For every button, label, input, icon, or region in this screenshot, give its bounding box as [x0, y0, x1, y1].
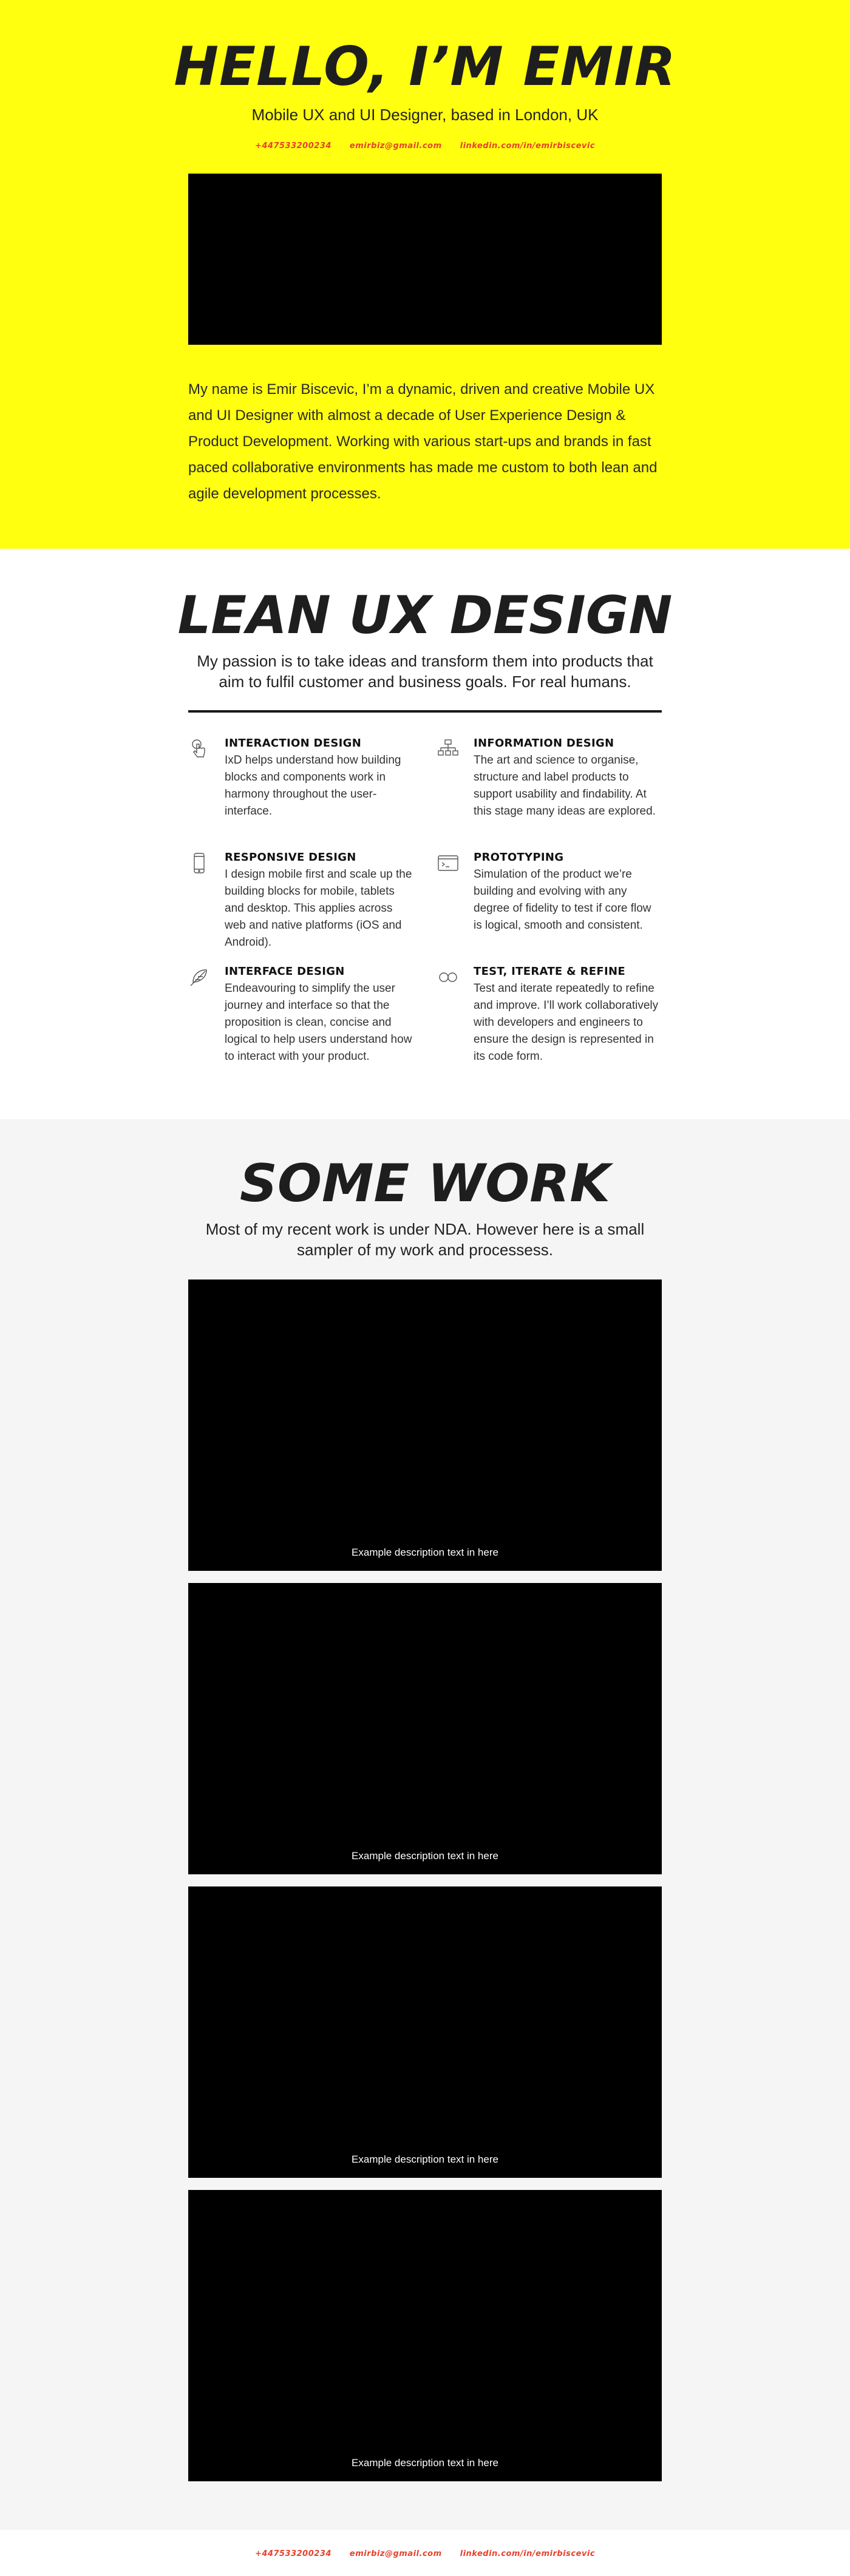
- work-section: SOME WORK Most of my recent work is unde…: [0, 1119, 850, 2530]
- work-caption: Example description text in here: [352, 1547, 498, 1558]
- work-title: SOME WORK: [239, 1153, 611, 1214]
- work-caption: Example description text in here: [352, 1850, 498, 1862]
- linkedin-link[interactable]: linkedin.com/in/emirbiscevic: [460, 141, 595, 151]
- work-list: Example description text in here Example…: [0, 1280, 850, 2481]
- service-title: TEST, ITERATE & REFINE: [474, 965, 625, 978]
- linkedin-link[interactable]: linkedin.com/in/emirbiscevic: [460, 2549, 595, 2558]
- service-title: INTERFACE DESIGN: [225, 965, 345, 978]
- service-text: Test and iterate repeatedly to refine an…: [474, 982, 659, 1063]
- footer-contact-links: +447533200234 emirbiz@gmail.com linkedin…: [0, 2549, 850, 2558]
- hero-subtitle: Mobile UX and UI Designer, based in Lond…: [251, 106, 599, 124]
- work-card[interactable]: Example description text in here: [188, 1583, 662, 1874]
- service-text: IxD helps understand how building blocks…: [225, 754, 401, 818]
- service-text: I design mobile first and scale up the b…: [225, 868, 412, 949]
- lean-ux-intro: My passion is to take ideas and transfor…: [197, 652, 653, 691]
- hero-video[interactable]: [188, 174, 662, 345]
- browser-icon: [437, 851, 463, 876]
- work-caption: Example description text in here: [352, 2154, 498, 2165]
- service-title: PROTOTYPING: [474, 851, 564, 864]
- sitemap-icon: [437, 737, 463, 762]
- lean-ux-section: LEAN UX DESIGN My passion is to take ide…: [0, 549, 850, 1119]
- service-information-design: INFORMATION DESIGN The art and science t…: [437, 737, 662, 851]
- service-text: Simulation of the product we’re building…: [474, 868, 651, 932]
- lean-ux-title: LEAN UX DESIGN: [177, 585, 673, 646]
- email-link[interactable]: emirbiz@gmail.com: [350, 141, 442, 151]
- service-interaction-design: INTERACTION DESIGN IxD helps understand …: [188, 737, 413, 851]
- work-caption: Example description text in here: [352, 2457, 498, 2469]
- mobile-icon: [188, 851, 214, 876]
- work-card[interactable]: Example description text in here: [188, 2190, 662, 2481]
- work-card[interactable]: Example description text in here: [188, 1886, 662, 2178]
- hero-section: HELLO, I’M EMIR Mobile UX and UI Designe…: [0, 0, 850, 549]
- service-text: Endeavouring to simplify the user journe…: [225, 982, 412, 1063]
- touch-icon: [188, 737, 214, 762]
- service-prototyping: PROTOTYPING Simulation of the product we…: [437, 851, 662, 965]
- infinity-icon: [437, 965, 463, 991]
- service-interface-design: INTERFACE DESIGN Endeavouring to simplif…: [188, 965, 413, 1086]
- service-title: RESPONSIVE DESIGN: [225, 851, 356, 864]
- service-text: The art and science to organise, structu…: [474, 754, 656, 818]
- phone-link[interactable]: +447533200234: [255, 2549, 332, 2558]
- work-card[interactable]: Example description text in here: [188, 1280, 662, 1571]
- hero-bio: My name is Emir Biscevic, I’m a dynamic,…: [188, 381, 658, 502]
- hero-title: HELLO, I’M EMIR: [174, 35, 676, 98]
- service-title: INTERACTION DESIGN: [225, 737, 362, 750]
- service-test-iterate-refine: TEST, ITERATE & REFINE Test and iterate …: [437, 965, 662, 1086]
- service-responsive-design: RESPONSIVE DESIGN I design mobile first …: [188, 851, 413, 965]
- email-link[interactable]: emirbiz@gmail.com: [350, 2549, 442, 2558]
- phone-link[interactable]: +447533200234: [255, 141, 332, 151]
- footer: +447533200234 emirbiz@gmail.com linkedin…: [0, 2530, 850, 2576]
- feather-icon: [188, 965, 214, 991]
- services-grid: INTERACTION DESIGN IxD helps understand …: [188, 737, 662, 1086]
- section-divider: [188, 710, 662, 713]
- hero-contact-links: +447533200234 emirbiz@gmail.com linkedin…: [0, 141, 850, 151]
- service-title: INFORMATION DESIGN: [474, 737, 614, 750]
- work-intro: Most of my recent work is under NDA. How…: [205, 1220, 645, 1259]
